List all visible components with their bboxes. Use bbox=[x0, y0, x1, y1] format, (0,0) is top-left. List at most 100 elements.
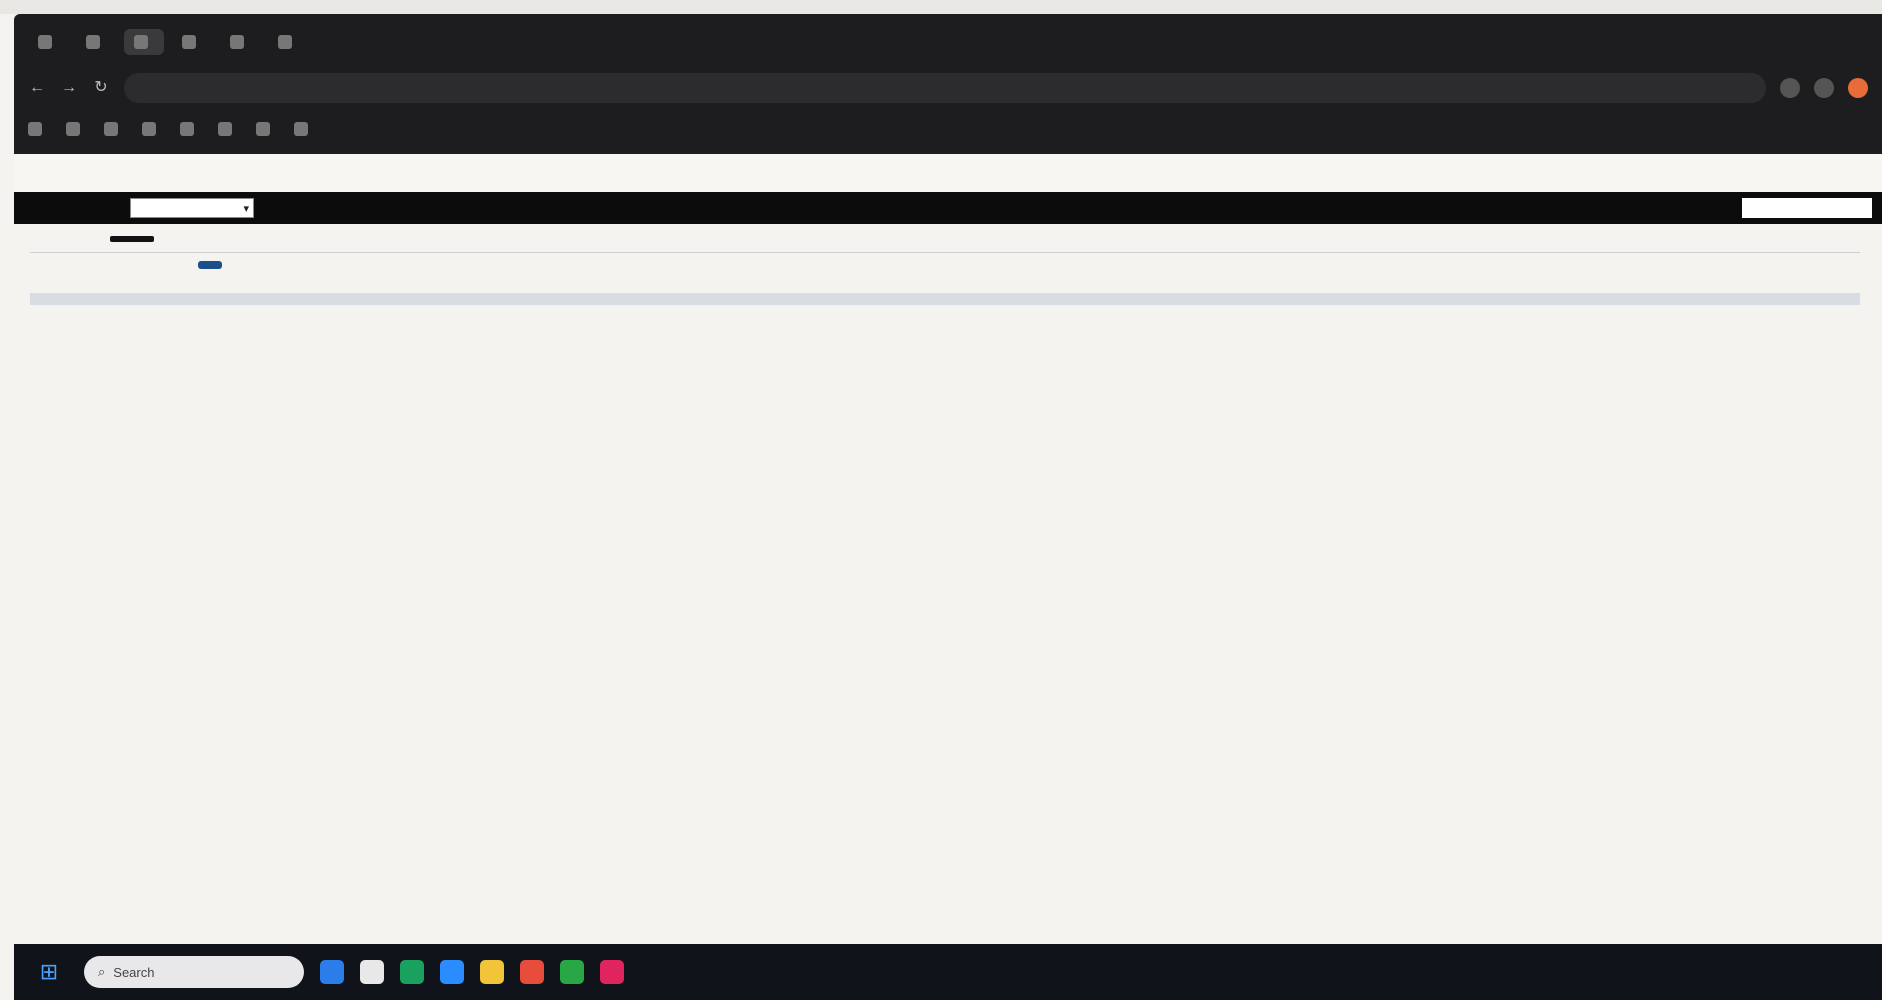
table-cell bbox=[1070, 305, 1170, 315]
taskbar-app-icon[interactable] bbox=[560, 960, 584, 984]
taskbar-app-icon[interactable] bbox=[320, 960, 344, 984]
table-cell bbox=[570, 325, 640, 335]
bookmark-item[interactable] bbox=[142, 122, 162, 136]
column-header[interactable] bbox=[1070, 293, 1170, 305]
footer-column bbox=[1280, 379, 1680, 387]
table-cell bbox=[570, 315, 640, 325]
favicon-icon bbox=[230, 35, 244, 49]
browser-tab[interactable] bbox=[76, 29, 116, 55]
table-cell bbox=[1070, 325, 1170, 335]
column-header[interactable] bbox=[1170, 293, 1640, 305]
extension-icon[interactable] bbox=[1814, 78, 1834, 98]
back-arrow-icon[interactable]: ← bbox=[28, 79, 46, 97]
table-cell bbox=[1170, 325, 1640, 335]
footer-column bbox=[30, 379, 660, 387]
taskbar-app-icon[interactable] bbox=[520, 960, 544, 984]
column-header[interactable] bbox=[640, 293, 780, 305]
table-row[interactable] bbox=[30, 315, 1860, 325]
taskbar-app-icon[interactable] bbox=[480, 960, 504, 984]
bookmark-item[interactable] bbox=[218, 122, 238, 136]
table-cell bbox=[640, 315, 780, 325]
favicon-icon bbox=[180, 122, 194, 136]
screen-bezel bbox=[0, 0, 1882, 14]
nav-search-input[interactable] bbox=[1742, 198, 1872, 218]
footer-column bbox=[660, 379, 1280, 387]
table-cell[interactable] bbox=[1740, 305, 1860, 315]
table-cell bbox=[640, 335, 780, 345]
taskbar-app-icon[interactable] bbox=[400, 960, 424, 984]
bookmark-item[interactable] bbox=[256, 122, 276, 136]
table-cell bbox=[1070, 335, 1170, 345]
app-header bbox=[14, 154, 1882, 192]
column-header[interactable] bbox=[570, 293, 640, 305]
column-header[interactable] bbox=[30, 293, 570, 305]
table-cell[interactable] bbox=[1740, 325, 1860, 335]
table-cell bbox=[1640, 325, 1740, 335]
favicon-icon bbox=[66, 122, 80, 136]
bookmark-item[interactable] bbox=[104, 122, 124, 136]
primary-button[interactable] bbox=[198, 261, 222, 269]
table-cell[interactable] bbox=[1740, 335, 1860, 345]
extension-icon[interactable] bbox=[1780, 78, 1800, 98]
browser-tab[interactable] bbox=[172, 29, 212, 55]
table-cell bbox=[1170, 305, 1640, 315]
table-cell bbox=[780, 335, 1070, 345]
table-cell[interactable] bbox=[30, 305, 570, 315]
windows-taskbar: ⊞ ⌕ Search bbox=[14, 944, 1882, 1000]
favicon-icon bbox=[142, 122, 156, 136]
favicon-icon bbox=[104, 122, 118, 136]
table-row[interactable] bbox=[30, 305, 1860, 315]
table-cell bbox=[780, 305, 1070, 315]
browser-tab[interactable] bbox=[268, 29, 308, 55]
table-cell bbox=[780, 325, 1070, 335]
page-tabs bbox=[30, 236, 1860, 242]
table-cell[interactable] bbox=[30, 315, 570, 325]
taskbar-search[interactable]: ⌕ Search bbox=[84, 956, 304, 988]
column-header[interactable] bbox=[1640, 293, 1740, 305]
favicon-icon bbox=[294, 122, 308, 136]
table-cell[interactable] bbox=[30, 335, 570, 345]
bookmark-item[interactable] bbox=[66, 122, 86, 136]
table-cell bbox=[1640, 305, 1740, 315]
table-cell[interactable] bbox=[30, 325, 570, 335]
browser-chrome: ← → ↻ bbox=[14, 14, 1882, 154]
app-nav-bar: ▾ bbox=[14, 192, 1882, 224]
favicon-icon bbox=[86, 35, 100, 49]
table-cell bbox=[1640, 315, 1740, 325]
bookmark-item[interactable] bbox=[180, 122, 200, 136]
taskbar-app-icon[interactable] bbox=[600, 960, 624, 984]
browser-tab-active[interactable] bbox=[124, 29, 164, 55]
windows-start-icon[interactable]: ⊞ bbox=[36, 959, 62, 985]
browser-tab-strip bbox=[28, 22, 1858, 62]
table-row[interactable] bbox=[30, 325, 1860, 335]
chevron-down-icon: ▾ bbox=[243, 202, 249, 215]
bookmark-item[interactable] bbox=[294, 122, 314, 136]
bookmarks-bar bbox=[28, 114, 1868, 144]
column-header[interactable] bbox=[1740, 293, 1860, 305]
page-tab-active[interactable] bbox=[110, 236, 154, 242]
nav-select[interactable]: ▾ bbox=[130, 198, 254, 218]
bookmark-item[interactable] bbox=[28, 122, 48, 136]
table-cell bbox=[570, 335, 640, 345]
table-header-row bbox=[30, 293, 1860, 305]
action-row bbox=[198, 261, 1860, 269]
forward-arrow-icon[interactable]: → bbox=[60, 79, 78, 97]
footer-columns bbox=[30, 379, 1860, 387]
taskbar-app-icon[interactable] bbox=[440, 960, 464, 984]
url-field[interactable] bbox=[124, 73, 1766, 103]
results-table bbox=[30, 293, 1860, 345]
profile-avatar[interactable] bbox=[1848, 78, 1868, 98]
table-cell bbox=[1170, 335, 1640, 345]
taskbar-app-icon[interactable] bbox=[360, 960, 384, 984]
table-cell bbox=[570, 305, 640, 315]
table-cell bbox=[1170, 315, 1640, 325]
table-row[interactable] bbox=[30, 335, 1860, 345]
table-cell[interactable] bbox=[1740, 315, 1860, 325]
column-header[interactable] bbox=[780, 293, 1070, 305]
favicon-icon bbox=[218, 122, 232, 136]
browser-tab[interactable] bbox=[220, 29, 260, 55]
table-cell bbox=[640, 305, 780, 315]
reload-icon[interactable]: ↻ bbox=[92, 79, 110, 97]
table-cell bbox=[780, 315, 1070, 325]
browser-tab[interactable] bbox=[28, 29, 68, 55]
